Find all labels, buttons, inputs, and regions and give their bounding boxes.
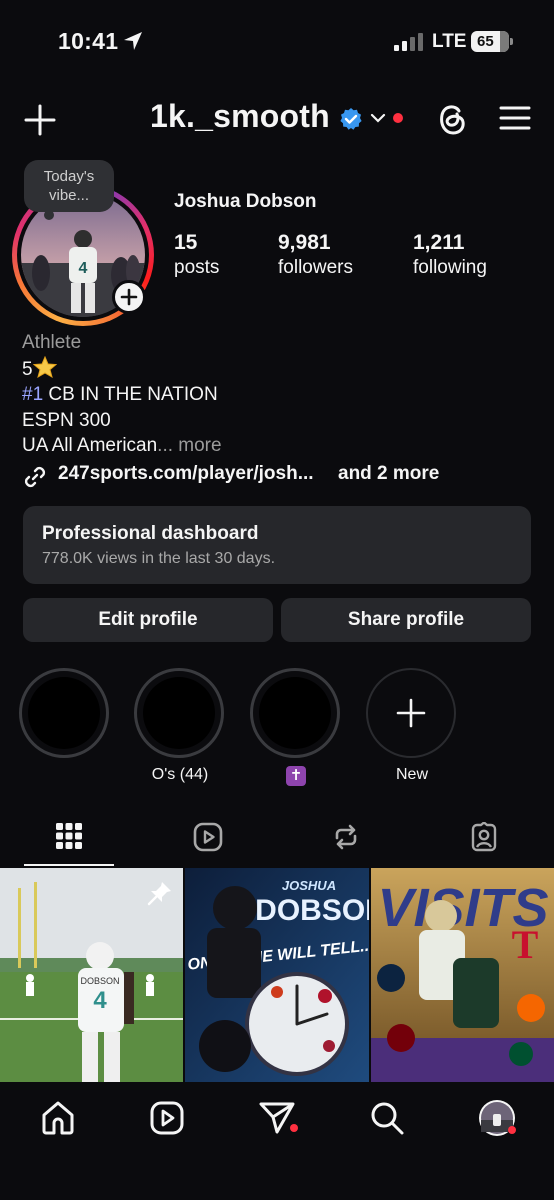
jersey-name: DOBSON <box>80 976 119 986</box>
threads-icon[interactable] <box>436 102 468 136</box>
dashboard-title: Professional dashboard <box>42 523 259 544</box>
network-type: LTE <box>432 31 467 52</box>
plus-icon <box>396 698 426 728</box>
profile-notification-dot <box>508 1126 516 1134</box>
highlight-cover <box>143 677 215 749</box>
new-highlight-button[interactable]: New <box>366 668 458 786</box>
messages-notification-dot <box>290 1124 298 1132</box>
share-profile-button[interactable]: Share profile <box>281 598 531 642</box>
active-tab-indicator <box>24 864 114 866</box>
bio-text: 5 <box>22 358 33 380</box>
tab-reels[interactable] <box>152 818 262 864</box>
note-bubble[interactable]: Today's vibe... <box>24 160 114 220</box>
stat-following[interactable]: 1,211 following <box>413 231 487 279</box>
stat-value: 9,981 <box>278 231 331 254</box>
location-arrow-icon <box>124 32 142 50</box>
battery-level: 65 <box>477 33 494 50</box>
bio-category: Athlete <box>22 332 82 353</box>
add-story-button[interactable] <box>112 280 146 314</box>
highlight-cover <box>259 677 331 749</box>
posts-grid: DOBSON 4 JOSHUA DOBSON ONLY TIME WILL TE… <box>0 868 554 1082</box>
tagged-person-icon <box>471 822 497 852</box>
plus-icon <box>120 288 138 306</box>
tab-reposts[interactable] <box>290 818 400 864</box>
highlight-label: O's (44) <box>151 766 209 783</box>
star-icon <box>32 355 57 378</box>
tab-grid[interactable] <box>14 818 124 864</box>
svg-text:T: T <box>512 922 539 967</box>
hashtag-link[interactable]: #1 <box>22 384 43 405</box>
bottom-navigation <box>0 1082 554 1200</box>
home-icon <box>42 1101 74 1135</box>
bio-line: ESPN 300 <box>22 409 111 431</box>
full-name: Joshua Dobson <box>174 191 317 212</box>
nav-messages[interactable] <box>257 1098 297 1138</box>
hamburger-menu-icon[interactable] <box>499 104 531 132</box>
notification-dot <box>393 113 403 123</box>
grid-post[interactable]: JOSHUA DOBSON ONLY TIME WILL TELL... <box>185 868 369 1082</box>
grid-post[interactable]: VISITS T <box>371 868 554 1082</box>
nav-reels[interactable] <box>147 1098 187 1138</box>
chevron-down-icon[interactable] <box>370 111 386 125</box>
stat-posts[interactable]: 15 posts <box>174 231 219 279</box>
professional-dashboard[interactable]: Professional dashboard 778.0K views in t… <box>23 506 531 584</box>
profile-bio: Athlete 5 #1 CB IN THE NATION ESPN 300 U… <box>22 330 222 459</box>
profile-tabs <box>0 818 554 868</box>
more-links[interactable]: and 2 more <box>338 463 439 485</box>
stat-label: following <box>413 257 487 278</box>
verified-badge-icon <box>340 108 362 130</box>
highlight-label: ✝ <box>250 766 342 786</box>
pin-icon <box>147 882 171 906</box>
profile-header: 1k._smooth <box>0 96 554 144</box>
reels-icon <box>193 822 223 852</box>
nav-home[interactable] <box>38 1098 78 1138</box>
dashboard-subtitle: 778.0K views in the last 30 days. <box>42 550 276 567</box>
highlight-label <box>19 766 111 786</box>
battery-icon: 65 <box>471 31 513 52</box>
bio-line: UA All American... more <box>22 433 222 459</box>
tab-tagged[interactable] <box>428 818 538 864</box>
post-title-line1: JOSHUA <box>282 878 336 893</box>
story-highlight[interactable] <box>19 668 111 786</box>
repost-icon <box>335 824 357 850</box>
story-highlight[interactable]: ✝ <box>250 668 342 786</box>
cellular-signal-icon <box>394 33 423 51</box>
reels-icon <box>150 1101 184 1135</box>
svg-text:4: 4 <box>79 260 88 277</box>
cross-emoji-icon: ✝ <box>286 766 306 786</box>
stat-label: posts <box>174 257 220 278</box>
story-highlight[interactable]: O's (44) <box>134 668 226 786</box>
highlight-label: New <box>395 766 428 783</box>
status-bar: 10:41 LTE 65 <box>0 0 554 84</box>
edit-profile-button[interactable]: Edit profile <box>23 598 273 642</box>
stat-followers[interactable]: 9,981 followers <box>278 231 353 279</box>
bio-line: 5 <box>22 355 222 383</box>
stat-value: 1,211 <box>413 231 465 254</box>
grid-post[interactable]: DOBSON 4 <box>0 868 183 1082</box>
external-link[interactable]: 247sports.com/player/josh... <box>58 463 314 485</box>
bio-line: #1 CB IN THE NATION <box>22 382 222 408</box>
nav-search[interactable] <box>367 1098 407 1138</box>
bio-more-link[interactable]: ... more <box>157 435 221 456</box>
bio-text: UA All American <box>22 435 158 456</box>
stat-value: 15 <box>174 231 198 254</box>
post-title-line2: DOBSON <box>255 894 369 927</box>
search-icon <box>371 1102 404 1135</box>
link-icon <box>24 466 46 488</box>
create-plus-icon[interactable] <box>22 102 58 138</box>
jersey-number: 4 <box>93 987 107 1014</box>
account-username[interactable]: 1k._smooth <box>150 98 330 135</box>
highlight-cover <box>28 677 100 749</box>
grid-icon <box>56 823 82 849</box>
bio-text: CB IN THE NATION <box>43 384 218 405</box>
status-time: 10:41 <box>58 28 119 54</box>
stat-label: followers <box>278 257 353 278</box>
direct-message-icon <box>259 1102 295 1134</box>
